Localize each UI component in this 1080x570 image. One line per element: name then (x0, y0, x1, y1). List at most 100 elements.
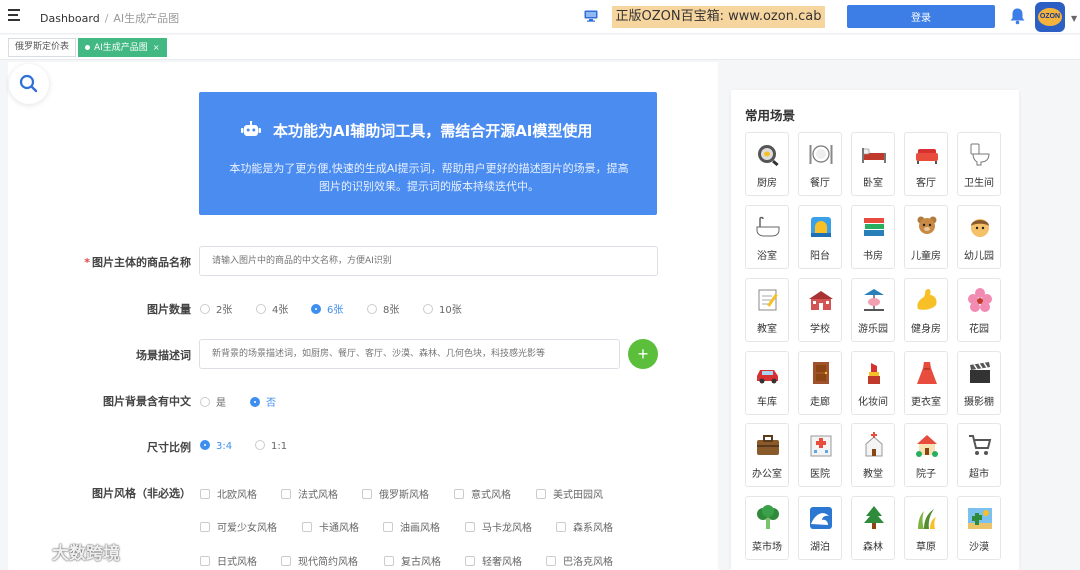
tree-icon (864, 506, 884, 529)
memo-icon (758, 289, 778, 311)
bell-icon[interactable] (1009, 7, 1026, 25)
breadcrumb-home[interactable]: Dashboard (40, 12, 100, 25)
bathtub-icon (756, 216, 780, 237)
scene-tile[interactable]: 健身房 (904, 278, 948, 342)
ratio-option-3-4[interactable]: 3:4 (200, 440, 232, 452)
tab-label: AI生成产品图 (94, 43, 148, 53)
scene-tile[interactable]: 阳台 (798, 205, 842, 269)
scene-tile[interactable]: 教室 (745, 278, 789, 342)
style-checkbox[interactable]: 日式风格 (200, 553, 257, 568)
banner-title: 本功能为AI辅助词工具，需结合开源AI模型使用 (273, 122, 593, 140)
style-checkbox[interactable]: 巴洛克风格 (546, 553, 613, 568)
scene-label: 森林 (863, 542, 883, 553)
promo-banner[interactable]: 正版OZON百宝箱: www.ozon.cab (612, 6, 825, 28)
scene-tile[interactable]: 森林 (851, 496, 895, 560)
active-dot-icon (85, 45, 90, 50)
product-name-input[interactable] (199, 246, 658, 276)
style-checkbox[interactable]: 卡通风格 (302, 519, 359, 534)
scene-tile[interactable]: 儿童房 (904, 205, 948, 269)
common-scenes-panel: 常用场景 厨房 餐厅 卧室 客厅 卫生间浴室 阳台 书房 儿童房 幼儿园教室 学校 游乐园 健身房 花园… (731, 90, 1019, 570)
ratio-option-1-1[interactable]: 1:1 (255, 440, 287, 452)
chinese-option-yes[interactable]: 是 (200, 394, 226, 409)
scene-label: 教堂 (863, 469, 883, 480)
caret-down-icon[interactable]: ▼ (1071, 14, 1077, 23)
count-option-8[interactable]: 8张 (367, 301, 399, 316)
scene-tile[interactable]: 医院 (798, 423, 842, 487)
carousel-icon (864, 289, 884, 311)
scene-label: 沙漠 (969, 542, 989, 553)
count-option-4[interactable]: 4张 (256, 301, 288, 316)
scene-tile[interactable]: 走廊 (798, 351, 842, 415)
wave-icon (810, 507, 832, 529)
avatar[interactable]: OZON (1035, 2, 1065, 32)
style-checkbox[interactable]: 美式田园风 (536, 486, 603, 501)
scene-tile[interactable]: 办公室 (745, 423, 789, 487)
close-icon[interactable]: × (153, 43, 160, 52)
scene-tile[interactable]: 院子 (904, 423, 948, 487)
style-checkbox[interactable]: 可爱少女风格 (200, 519, 277, 534)
chinese-background-label: 图片背景含有中文 (103, 395, 191, 408)
style-checkbox[interactable]: 轻奢风格 (465, 553, 522, 568)
scene-tile[interactable]: 车库 (745, 351, 789, 415)
tab-ai-product-image[interactable]: AI生成产品图 × (78, 38, 167, 57)
scene-label: 厨房 (757, 178, 777, 189)
breadcrumb: Dashboard / AI生成产品图 (40, 10, 179, 26)
scene-tile[interactable]: 幼儿园 (957, 205, 1001, 269)
add-scene-button[interactable]: + (628, 339, 658, 369)
login-button[interactable]: 登录 (847, 5, 995, 28)
style-checkbox[interactable]: 意式风格 (454, 486, 511, 501)
scene-label: 书房 (863, 251, 883, 262)
monitor-icon[interactable] (584, 10, 598, 22)
chinese-option-no[interactable]: 否 (250, 394, 276, 409)
style-checkbox[interactable]: 法式风格 (281, 486, 338, 501)
toilet-icon (970, 143, 990, 166)
lipstick-icon (868, 363, 880, 384)
scene-tile[interactable]: 湖泊 (798, 496, 842, 560)
count-option-2[interactable]: 2张 (200, 301, 232, 316)
scene-tile[interactable]: 草原 (904, 496, 948, 560)
scene-tile[interactable]: 客厅 (904, 132, 948, 196)
scene-words-input[interactable] (199, 339, 620, 369)
breadcrumb-current: AI生成产品图 (113, 12, 180, 25)
style-checkbox[interactable]: 马卡龙风格 (465, 519, 532, 534)
scene-tile[interactable]: 沙漠 (957, 496, 1001, 560)
scene-tile[interactable]: 浴室 (745, 205, 789, 269)
child-icon (971, 219, 989, 237)
scenes-title: 常用场景 (745, 108, 796, 123)
scene-tile[interactable]: 教堂 (851, 423, 895, 487)
scene-tile[interactable]: 超市 (957, 423, 1001, 487)
scene-label: 餐厅 (810, 178, 830, 189)
hamburger-menu-icon[interactable] (8, 9, 22, 23)
style-checkbox[interactable]: 北欧风格 (200, 486, 257, 501)
count-option-10[interactable]: 10张 (423, 301, 462, 316)
scene-tile[interactable]: 游乐园 (851, 278, 895, 342)
scene-tile[interactable]: 餐厅 (798, 132, 842, 196)
ratio-label: 尺寸比例 (147, 441, 191, 454)
style-checkbox[interactable]: 俄罗斯风格 (362, 486, 429, 501)
scene-label: 菜市场 (752, 542, 782, 553)
style-checkbox[interactable]: 复古风格 (384, 553, 441, 568)
plate-cutlery-icon (809, 145, 833, 164)
scene-tile[interactable]: 更衣室 (904, 351, 948, 415)
scene-tile[interactable]: 化妆间 (851, 351, 895, 415)
scene-tile[interactable]: 书房 (851, 205, 895, 269)
style-checkbox[interactable]: 油画风格 (383, 519, 440, 534)
tabs-bar: 俄罗斯定价表 AI生成产品图 × (0, 35, 1080, 60)
scene-label: 客厅 (916, 178, 936, 189)
scene-label: 学校 (810, 324, 830, 335)
scene-tile[interactable]: 花园 (957, 278, 1001, 342)
scene-tile[interactable]: 厨房 (745, 132, 789, 196)
search-button[interactable] (9, 64, 49, 104)
scene-tile[interactable]: 卫生间 (957, 132, 1001, 196)
style-checkbox[interactable]: 森系风格 (556, 519, 613, 534)
teddy-bear-icon (917, 216, 937, 234)
scene-tile[interactable]: 卧室 (851, 132, 895, 196)
count-option-6[interactable]: 6张 (311, 301, 343, 316)
scene-tile[interactable]: 摄影棚 (957, 351, 1001, 415)
tab-pricing[interactable]: 俄罗斯定价表 (8, 38, 77, 57)
style-checkbox[interactable]: 现代简约风格 (281, 553, 358, 568)
scene-tile[interactable]: 菜市场 (745, 496, 789, 560)
scene-tile[interactable]: 学校 (798, 278, 842, 342)
scene-label: 化妆间 (858, 397, 888, 408)
scene-label: 幼儿园 (964, 251, 994, 262)
